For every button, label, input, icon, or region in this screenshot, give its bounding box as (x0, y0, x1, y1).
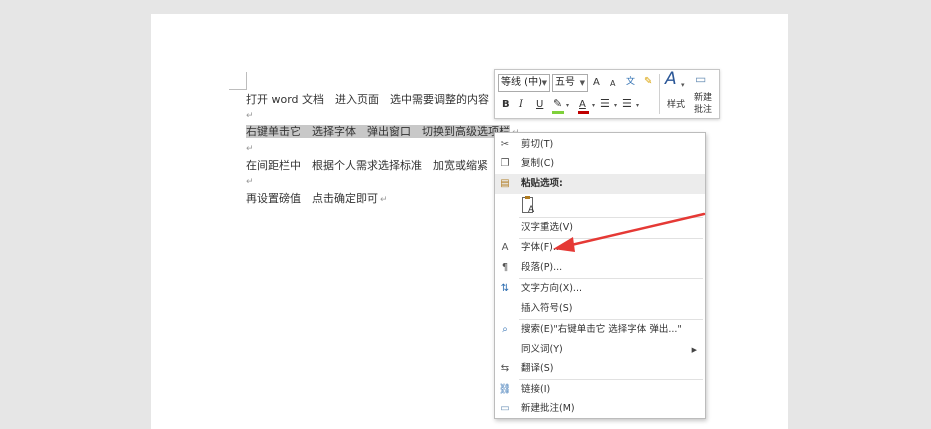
annotation-arrow (553, 212, 706, 252)
arrow-shaft (565, 212, 706, 248)
arrow-head (553, 237, 575, 252)
